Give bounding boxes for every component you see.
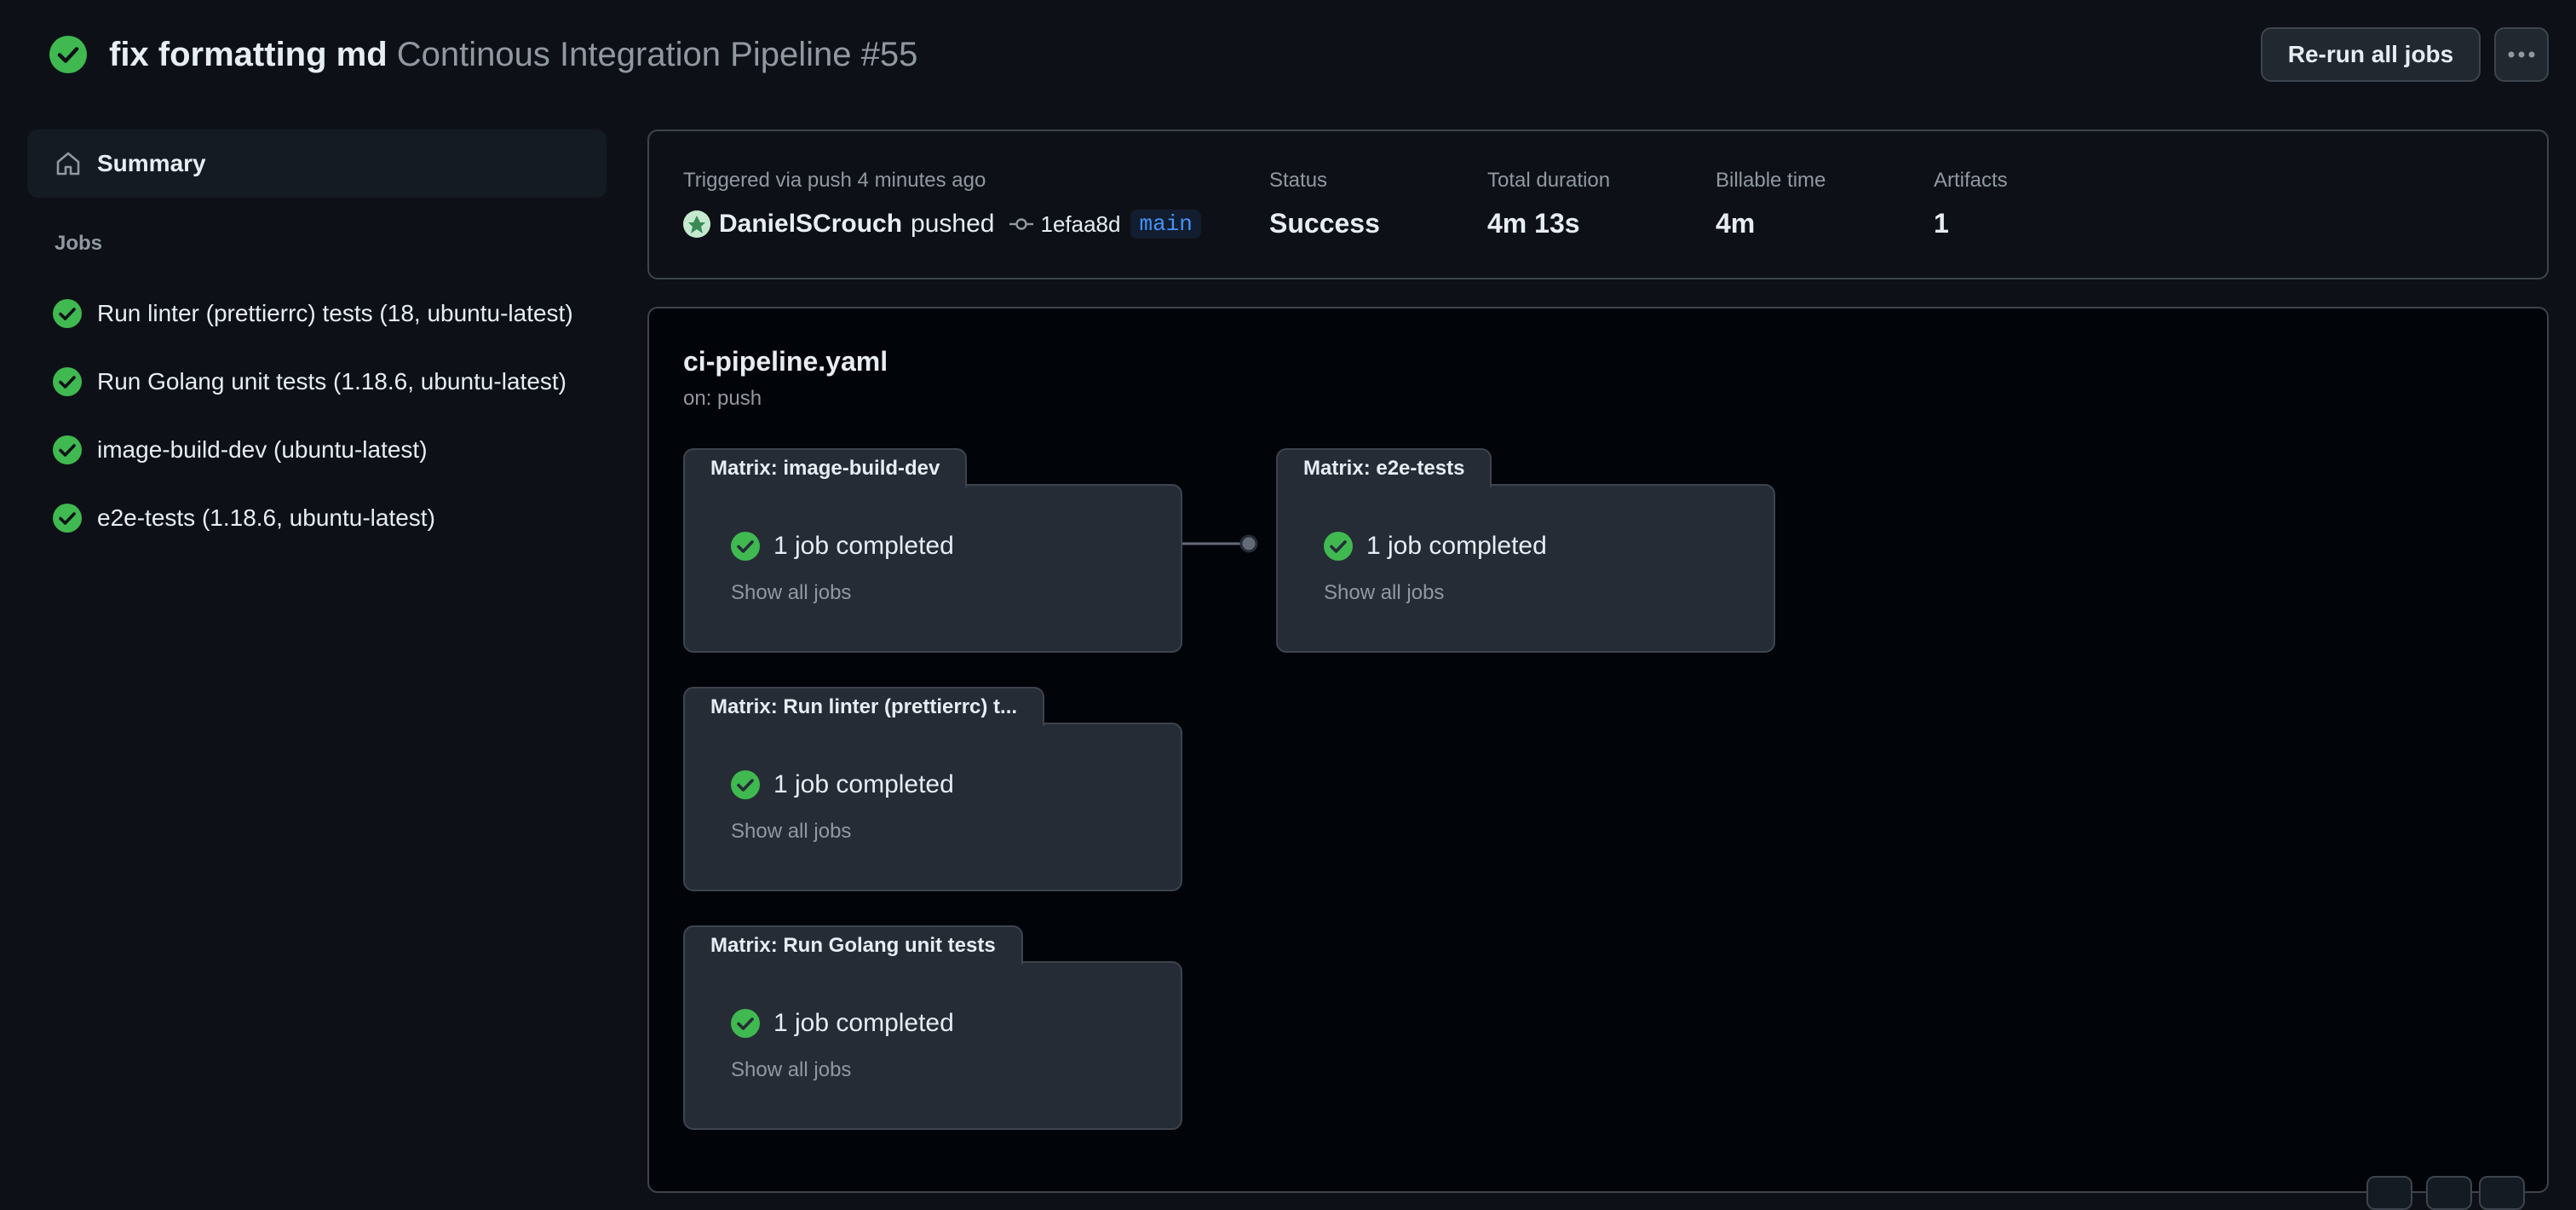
matrix-status: 1 job completed xyxy=(731,532,954,561)
run-summary-panel: Triggered via push 4 minutes ago DanielS… xyxy=(647,130,2549,279)
success-check-icon xyxy=(731,1009,760,1038)
matrix-card-run-linter[interactable]: Matrix: Run linter (prettierrc) t... 1 j… xyxy=(683,687,1182,891)
zoom-reset-button[interactable] xyxy=(2426,1176,2472,1210)
success-check-icon xyxy=(53,367,82,396)
show-all-jobs-link[interactable]: Show all jobs xyxy=(731,581,851,605)
duration-label: Total duration xyxy=(1487,169,1611,192)
billable-label: Billable time xyxy=(1716,169,1826,192)
matrix-card-body xyxy=(683,484,1182,653)
action-text: pushed xyxy=(911,210,995,238)
workflow-trigger: on: push xyxy=(683,387,762,410)
matrix-card-body xyxy=(1276,484,1775,653)
actor-link[interactable]: DanielSCrouch xyxy=(719,210,902,239)
sidebar-job-label: image-build-dev (ubuntu-latest) xyxy=(97,436,428,463)
more-options-button[interactable] xyxy=(2494,27,2549,82)
matrix-title: Matrix: Run Golang unit tests xyxy=(683,925,1023,965)
billable-value: 4m xyxy=(1716,208,1756,239)
trigger-text: Triggered via push 4 minutes ago xyxy=(683,169,986,192)
success-check-icon xyxy=(53,299,82,328)
commit-sha-link[interactable]: 1efaa8d xyxy=(1040,211,1120,238)
sidebar-job-item[interactable]: Run Golang unit tests (1.18.6, ubuntu-la… xyxy=(27,354,607,409)
success-check-icon xyxy=(49,36,87,73)
run-header: fix formatting md Continous Integration … xyxy=(0,0,2576,111)
workflow-file-name[interactable]: ci-pipeline.yaml xyxy=(683,346,888,377)
success-check-icon xyxy=(731,532,760,561)
show-all-jobs-link[interactable]: Show all jobs xyxy=(731,1058,851,1082)
matrix-card-e2e-tests[interactable]: Matrix: e2e-tests 1 job completed Show a… xyxy=(1276,448,1775,653)
success-check-icon xyxy=(53,435,82,464)
success-check-icon xyxy=(53,504,82,533)
matrix-status-text: 1 job completed xyxy=(773,770,954,798)
workflow-graph: ci-pipeline.yaml on: push Matrix: image-… xyxy=(647,307,2549,1210)
show-all-jobs-link[interactable]: Show all jobs xyxy=(731,820,851,844)
zoom-out-button[interactable] xyxy=(2366,1176,2412,1210)
matrix-title: Matrix: image-build-dev xyxy=(683,448,968,487)
matrix-card-body xyxy=(683,723,1182,891)
success-check-icon xyxy=(1324,532,1353,561)
matrix-card-body xyxy=(683,961,1182,1130)
page-title: fix formatting md Continous Integration … xyxy=(109,31,917,78)
duration-value: 4m 13s xyxy=(1487,208,1580,239)
sidebar-job-label: Run linter (prettierrc) tests (18, ubunt… xyxy=(97,300,573,326)
avatar-identicon-icon xyxy=(683,210,710,238)
branch-badge[interactable]: main xyxy=(1130,210,1201,239)
sidebar-job-label: Run Golang unit tests (1.18.6, ubuntu-la… xyxy=(97,368,566,395)
kebab-horizontal-icon xyxy=(2508,51,2535,58)
matrix-card-image-build-dev[interactable]: Matrix: image-build-dev 1 job completed … xyxy=(683,448,1182,653)
zoom-in-button[interactable] xyxy=(2479,1176,2525,1210)
matrix-status: 1 job completed xyxy=(731,770,954,799)
show-all-jobs-link[interactable]: Show all jobs xyxy=(1324,581,1444,605)
sidebar-item-label: Summary xyxy=(97,150,206,176)
matrix-title: Matrix: Run linter (prettierrc) t... xyxy=(683,687,1045,726)
matrix-title: Matrix: e2e-tests xyxy=(1276,448,1492,487)
matrix-status: 1 job completed xyxy=(1324,532,1547,561)
matrix-status-text: 1 job completed xyxy=(773,532,954,560)
status-label: Status xyxy=(1269,169,1328,192)
sidebar-job-item[interactable]: e2e-tests (1.18.6, ubuntu-latest) xyxy=(27,491,607,545)
matrix-status-text: 1 job completed xyxy=(773,1009,954,1037)
jobs-heading: Jobs xyxy=(55,232,103,255)
success-check-icon xyxy=(731,770,760,799)
push-details: DanielSCrouch pushed 1efaa8d main xyxy=(683,210,1201,239)
artifacts-label: Artifacts xyxy=(1934,169,2008,192)
matrix-status-text: 1 job completed xyxy=(1366,532,1547,560)
avatar[interactable] xyxy=(683,210,710,238)
workflow-run-name: Continous Integration Pipeline #55 xyxy=(396,36,918,73)
sidebar-item-summary[interactable]: Summary xyxy=(27,130,607,198)
git-commit-icon xyxy=(1009,218,1034,230)
matrix-status: 1 job completed xyxy=(731,1009,954,1038)
matrix-card-run-golang-unit-tests[interactable]: Matrix: Run Golang unit tests 1 job comp… xyxy=(683,925,1182,1130)
sidebar-job-label: e2e-tests (1.18.6, ubuntu-latest) xyxy=(97,504,435,531)
home-icon xyxy=(56,152,80,176)
sidebar-job-item[interactable]: image-build-dev (ubuntu-latest) xyxy=(27,423,607,477)
status-value: Success xyxy=(1269,208,1380,239)
sidebar-job-item[interactable]: Run linter (prettierrc) tests (18, ubunt… xyxy=(27,286,607,341)
commit-message: fix formatting md xyxy=(109,36,388,73)
artifacts-value[interactable]: 1 xyxy=(1934,208,1949,239)
rerun-all-jobs-button[interactable]: Re-run all jobs xyxy=(2261,27,2481,82)
